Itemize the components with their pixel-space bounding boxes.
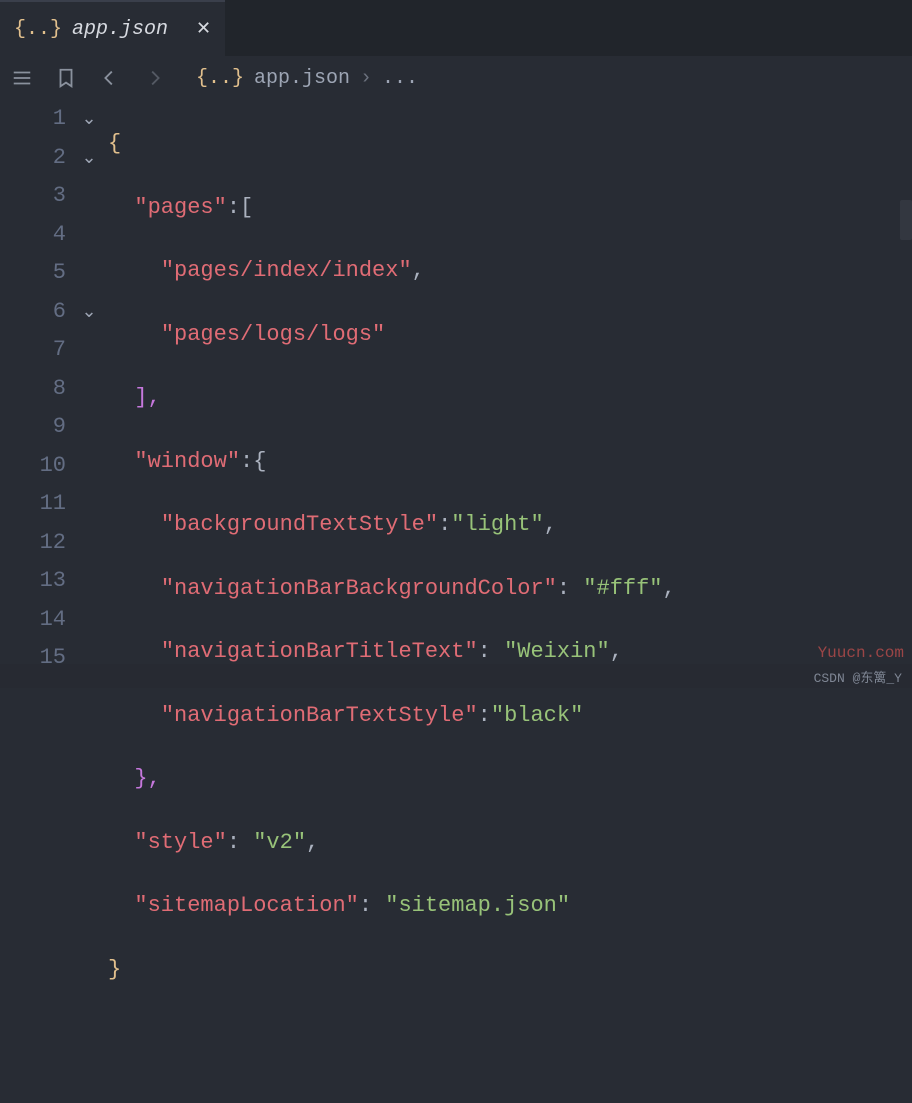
minimap-scrollbar[interactable] (900, 200, 912, 240)
line-number: 10 (0, 447, 66, 486)
tab-filename: app.json (72, 18, 168, 41)
tab-bar-spacer (225, 0, 912, 56)
tab-app-json[interactable]: {..} app.json ✕ (0, 0, 225, 56)
line-number: 14 (0, 601, 66, 640)
line-number: 7 (0, 331, 66, 370)
bookmark-icon[interactable] (52, 67, 80, 89)
chevron-down-icon[interactable]: ⌄ (81, 101, 96, 140)
close-icon[interactable]: ✕ (196, 18, 211, 40)
line-number: 13 (0, 562, 66, 601)
fold-gutter: ⌄ ⌄ ⌄ (76, 100, 102, 664)
breadcrumb-filename: app.json (254, 67, 350, 90)
chevron-down-icon[interactable]: ⌄ (81, 294, 96, 333)
code-editor[interactable]: 1 2 3 4 5 6 7 8 9 10 11 12 13 14 15 ⌄ ⌄ … (0, 100, 912, 664)
line-number: 8 (0, 370, 66, 409)
line-number: 5 (0, 254, 66, 293)
line-number: 11 (0, 485, 66, 524)
editor-toolbar: {..} app.json › ... (0, 56, 912, 100)
status-text: CSDN @东篱_Y (814, 667, 902, 686)
line-number: 3 (0, 177, 66, 216)
back-icon[interactable] (96, 67, 124, 89)
line-number: 9 (0, 408, 66, 447)
json-file-icon: {..} (14, 18, 62, 41)
menu-icon[interactable] (8, 67, 36, 89)
breadcrumb-more: ... (382, 67, 418, 90)
breadcrumb[interactable]: {..} app.json › ... (196, 67, 418, 90)
tab-bar: {..} app.json ✕ (0, 0, 912, 56)
chevron-right-icon: › (360, 67, 372, 90)
watermark-text: Yuucn.com (818, 644, 904, 662)
line-number: 6 (0, 293, 66, 332)
status-bar: CSDN @东篱_Y (0, 664, 912, 688)
forward-icon[interactable] (140, 67, 168, 89)
line-number: 4 (0, 216, 66, 255)
chevron-down-icon[interactable]: ⌄ (81, 140, 96, 179)
line-number-gutter: 1 2 3 4 5 6 7 8 9 10 11 12 13 14 15 (0, 100, 76, 664)
code-content[interactable]: { "pages":[ "pages/index/index", "pages/… (102, 100, 912, 664)
json-file-icon: {..} (196, 67, 244, 90)
line-number: 2 (0, 139, 66, 178)
line-number: 1 (0, 100, 66, 139)
line-number: 12 (0, 524, 66, 563)
